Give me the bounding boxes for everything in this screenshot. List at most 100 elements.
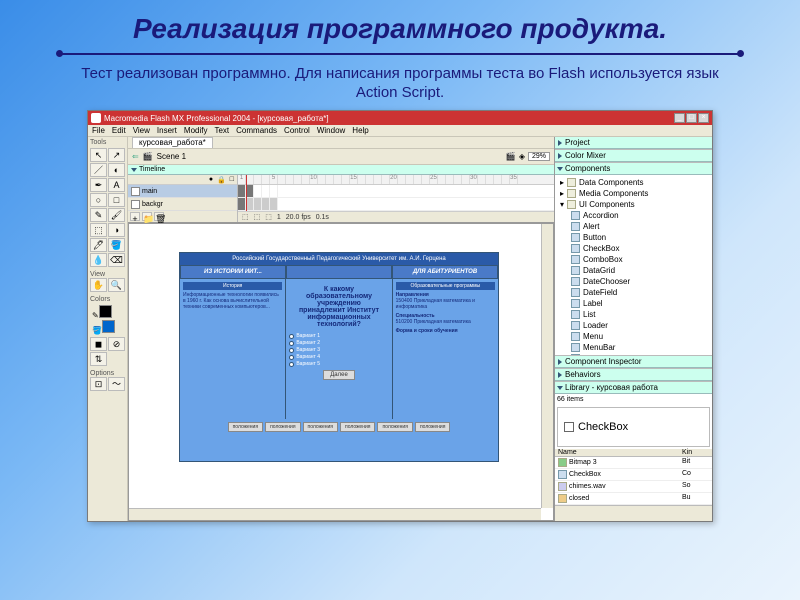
comp-item[interactable]: DateChooser <box>557 276 710 287</box>
eyedropper-tool[interactable]: 💧 <box>90 253 107 267</box>
layer-backgr[interactable]: backgr <box>128 198 237 211</box>
panel-colormixer[interactable]: Color Mixer <box>555 150 712 162</box>
library-row[interactable]: chimes.wavSo <box>555 481 712 493</box>
nocolor-button[interactable]: ⊘ <box>108 337 125 351</box>
comp-item[interactable]: Label <box>557 298 710 309</box>
edit-scene-icon[interactable]: 🎬 <box>506 152 516 161</box>
answer-2[interactable]: Вариант 2 <box>289 340 388 346</box>
library-row[interactable]: Bitmap 3Bit <box>555 457 712 469</box>
comp-item[interactable]: Menu <box>557 331 710 342</box>
layer-main[interactable]: main <box>128 185 237 198</box>
stage-tab-1[interactable]: ИЗ ИСТОРИИ ИИТ... <box>180 265 286 279</box>
answer-4[interactable]: Вариант 4 <box>289 354 388 360</box>
zoom-field[interactable]: 29% <box>528 152 550 161</box>
horizontal-scrollbar[interactable] <box>129 508 541 520</box>
menu-commands[interactable]: Commands <box>236 126 277 135</box>
edit-symbol-icon[interactable]: ◈ <box>519 152 525 161</box>
chip[interactable]: положения <box>377 422 412 432</box>
chip[interactable]: положения <box>415 422 450 432</box>
panel-components[interactable]: Components <box>555 163 712 175</box>
rect-tool[interactable]: □ <box>108 193 125 207</box>
comp-item[interactable]: Button <box>557 232 710 243</box>
pen-tool[interactable]: ✒ <box>90 178 107 192</box>
brush-tool[interactable]: 🖌 <box>108 208 125 222</box>
panel-behaviors[interactable]: Behaviors <box>555 369 712 381</box>
answer-3[interactable]: Вариант 3 <box>289 347 388 353</box>
library-columns[interactable]: NameKin <box>555 449 712 457</box>
chip[interactable]: положения <box>228 422 263 432</box>
comp-item[interactable]: DateField <box>557 287 710 298</box>
menu-text[interactable]: Text <box>214 126 229 135</box>
snap-option[interactable]: ⊡ <box>90 377 107 391</box>
comp-group[interactable]: ▸Data Components <box>557 177 710 188</box>
line-tool[interactable]: ／ <box>90 163 107 177</box>
subselect-tool[interactable]: ↗ <box>108 148 125 162</box>
lock-icon[interactable]: 🔒 <box>217 176 226 184</box>
chip[interactable]: положения <box>303 422 338 432</box>
add-layer-button[interactable]: + <box>130 212 140 221</box>
arrow-tool[interactable]: ↖ <box>90 148 107 162</box>
comp-group[interactable]: ▸Media Components <box>557 188 710 199</box>
doc-tab[interactable]: курсовая_работа* <box>132 137 213 148</box>
answer-1[interactable]: Вариант 1 <box>289 333 388 339</box>
comp-item[interactable]: CheckBox <box>557 243 710 254</box>
stroke-swatch[interactable] <box>99 305 112 318</box>
comp-item[interactable]: DataGrid <box>557 265 710 276</box>
menu-help[interactable]: Help <box>352 126 368 135</box>
menu-view[interactable]: View <box>133 126 150 135</box>
text-tool[interactable]: A <box>108 178 125 192</box>
fill-swatch[interactable] <box>102 320 115 333</box>
chip[interactable]: положения <box>265 422 300 432</box>
delete-layer-button[interactable]: 🗑 <box>154 212 164 221</box>
back-icon[interactable]: ⇐ <box>132 152 139 161</box>
panel-library[interactable]: Library - курсовая работа <box>555 382 712 394</box>
frames-area[interactable]: 1 5 10 15 20 25 30 35 ⬚⬚⬚ 1 <box>238 175 554 222</box>
menu-control[interactable]: Control <box>284 126 310 135</box>
answer-5[interactable]: Вариант 5 <box>289 361 388 367</box>
comp-item[interactable]: Alert <box>557 221 710 232</box>
hand-tool[interactable]: ✋ <box>90 278 107 292</box>
next-button[interactable]: Далее <box>323 370 355 380</box>
swap-button[interactable]: ⇅ <box>90 352 107 366</box>
stage-tab-3[interactable]: ДЛЯ АБИТУРИЕНТОВ <box>392 265 498 279</box>
scene-name[interactable]: Scene 1 <box>157 152 186 161</box>
add-folder-button[interactable]: 📁 <box>142 212 152 221</box>
comp-item[interactable]: List <box>557 309 710 320</box>
lasso-tool[interactable]: ◐ <box>108 163 125 177</box>
stage-tab-2[interactable] <box>286 265 392 279</box>
ink-tool[interactable]: 🖊 <box>90 238 107 252</box>
menu-modify[interactable]: Modify <box>184 126 208 135</box>
titlebar[interactable]: Macromedia Flash MX Professional 2004 - … <box>88 111 712 125</box>
menu-insert[interactable]: Insert <box>157 126 177 135</box>
menu-file[interactable]: File <box>92 126 105 135</box>
comp-group[interactable]: ▾UI Components <box>557 199 710 210</box>
comp-item[interactable]: MenuBar <box>557 342 710 353</box>
comp-item[interactable]: Loader <box>557 320 710 331</box>
fill-transform-tool[interactable]: ◑ <box>108 223 125 237</box>
bw-button[interactable]: ◼ <box>90 337 107 351</box>
timeline-header[interactable]: Timeline <box>128 165 554 175</box>
close-button[interactable]: × <box>698 113 709 123</box>
zoom-tool[interactable]: 🔍 <box>108 278 125 292</box>
vertical-scrollbar[interactable] <box>541 224 553 508</box>
library-row[interactable]: CheckBoxCo <box>555 469 712 481</box>
pencil-tool[interactable]: ✎ <box>90 208 107 222</box>
menu-window[interactable]: Window <box>317 126 345 135</box>
panel-inspector[interactable]: Component Inspector <box>555 356 712 368</box>
maximize-button[interactable]: □ <box>686 113 697 123</box>
chip[interactable]: положения <box>340 422 375 432</box>
stage-area[interactable]: Российский Государственный Педагогически… <box>128 223 554 521</box>
comp-item[interactable]: Accordion <box>557 210 710 221</box>
comp-item[interactable]: NumericStepper <box>557 353 710 355</box>
panel-project[interactable]: Project <box>555 137 712 149</box>
bucket-tool[interactable]: 🪣 <box>108 238 125 252</box>
outline-icon[interactable]: □ <box>230 176 234 183</box>
smooth-option[interactable]: ～ <box>108 377 125 391</box>
minimize-button[interactable]: _ <box>674 113 685 123</box>
oval-tool[interactable]: ○ <box>90 193 107 207</box>
eraser-tool[interactable]: ⌫ <box>108 253 125 267</box>
comp-item[interactable]: ComboBox <box>557 254 710 265</box>
library-row[interactable]: closedBu <box>555 493 712 505</box>
menu-edit[interactable]: Edit <box>112 126 126 135</box>
eye-icon[interactable]: ● <box>209 176 213 183</box>
